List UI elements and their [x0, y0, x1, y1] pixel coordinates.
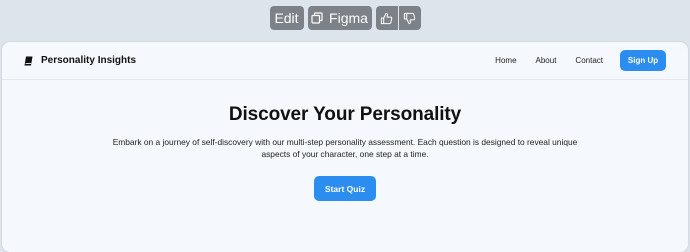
preview-toolbar: Edit Figma	[0, 6, 690, 30]
edit-button[interactable]: Edit	[269, 6, 304, 30]
start-quiz-button[interactable]: Start Quiz	[314, 176, 376, 201]
hero-title: Discover Your Personality	[228, 104, 462, 125]
copy-icon	[311, 12, 323, 24]
thumbs-up-icon	[380, 12, 393, 25]
figma-button[interactable]: Figma	[307, 6, 372, 30]
start-quiz-label: Start Quiz	[324, 183, 366, 194]
feedback-buttons	[375, 6, 421, 30]
navbar: Personality Insights Home About Contact …	[2, 42, 688, 80]
nav-links: Home About Contact	[495, 56, 603, 65]
thumbs-down-icon	[403, 12, 416, 25]
nav-link-about[interactable]: About	[536, 56, 557, 65]
brand-name: Personality Insights	[41, 55, 137, 66]
nav-link-contact[interactable]: Contact	[575, 56, 603, 65]
brand[interactable]: Personality Insights	[24, 55, 136, 66]
edit-button-label: Edit	[274, 10, 299, 26]
thumbs-up-button[interactable]	[375, 6, 398, 30]
book-icon	[24, 56, 33, 66]
figma-button-label: Figma	[329, 10, 368, 26]
hero-section: Discover Your Personality Embark on a jo…	[2, 80, 688, 201]
sign-up-button[interactable]: Sign Up	[620, 50, 666, 71]
page-preview: Personality Insights Home About Contact …	[2, 42, 688, 252]
hero-description: Embark on a journey of self-discovery wi…	[112, 137, 578, 159]
nav-link-home[interactable]: Home	[495, 56, 516, 65]
sign-up-label: Sign Up	[627, 56, 659, 65]
thumbs-down-button[interactable]	[398, 6, 421, 30]
